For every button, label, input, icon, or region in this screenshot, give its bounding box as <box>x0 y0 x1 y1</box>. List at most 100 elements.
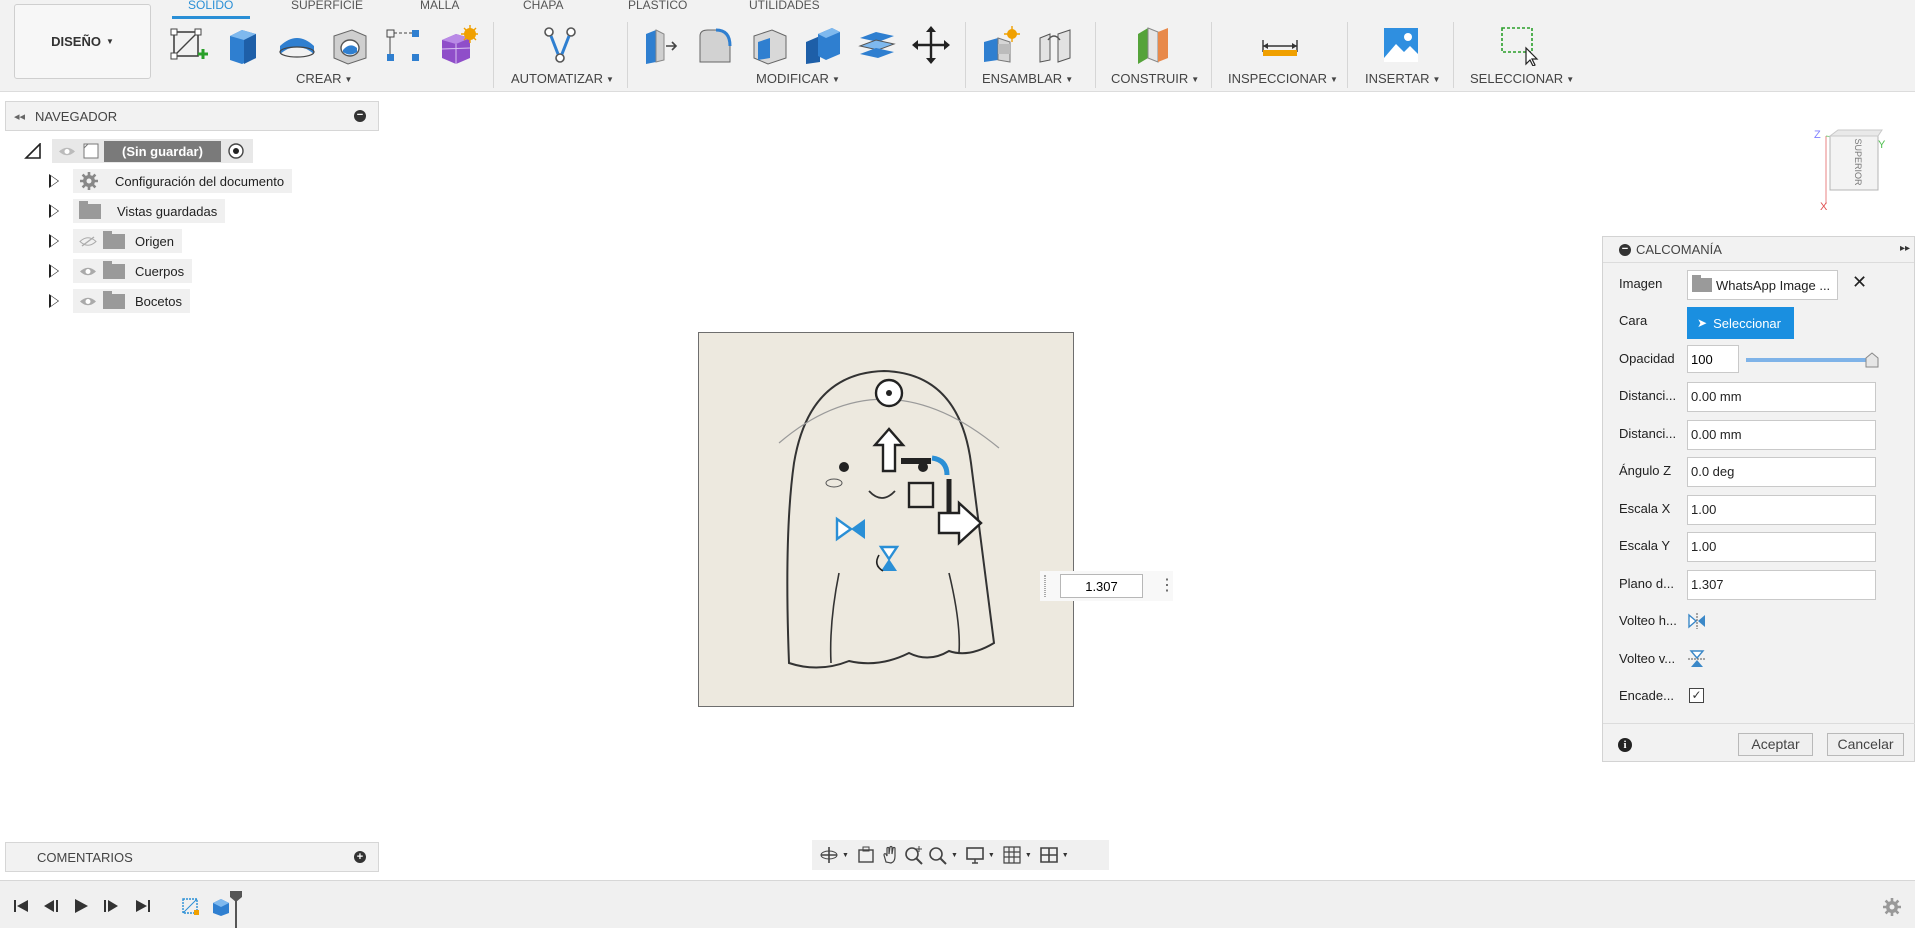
visibility-eye-icon[interactable] <box>79 266 97 277</box>
minimize-dialog-icon[interactable]: − <box>1619 243 1631 256</box>
angle-z-input[interactable]: 0.0 deg <box>1687 457 1876 487</box>
timeline-marker-icon[interactable] <box>229 890 243 928</box>
tree-item-bodies[interactable]: Cuerpos <box>49 259 193 283</box>
select-face-button[interactable]: ➤ Seleccionar <box>1687 307 1794 339</box>
ok-button[interactable]: Aceptar <box>1738 733 1813 756</box>
grid-settings-icon[interactable] <box>1001 844 1023 866</box>
group-insertar[interactable]: INSERTAR ▼ <box>1365 71 1440 86</box>
group-ensamblar[interactable]: ENSAMBLAR ▼ <box>982 71 1073 86</box>
info-icon[interactable]: i <box>1618 738 1632 752</box>
chain-checkbox[interactable]: ✓ <box>1689 688 1704 703</box>
tab-superficie[interactable]: SUPERFICIE <box>291 0 363 12</box>
construct-plane-icon[interactable] <box>1132 24 1174 66</box>
tree-item-saved-views[interactable]: Vistas guardadas <box>49 199 226 223</box>
flip-horizontal-icon[interactable] <box>1687 612 1707 630</box>
new-component-icon[interactable] <box>980 24 1022 66</box>
automate-icon[interactable] <box>539 24 581 66</box>
collapse-panel-icon[interactable]: ◂◂ <box>14 110 25 123</box>
caret-down-icon[interactable]: ▼ <box>988 852 995 859</box>
tree-root[interactable]: (Sin guardar) <box>24 139 253 163</box>
zoom-icon[interactable] <box>903 844 925 866</box>
scale-y-input[interactable]: 1.00 <box>1687 532 1876 562</box>
group-construir[interactable]: CONSTRUIR ▼ <box>1111 71 1199 86</box>
step-back-icon[interactable] <box>42 897 60 915</box>
extrude-icon[interactable] <box>222 24 264 66</box>
tree-item-document-settings[interactable]: Configuración del documento <box>49 169 293 193</box>
viewcube[interactable]: SUPERIOR Z Y X <box>1812 126 1892 214</box>
clear-image-icon[interactable]: ✕ <box>1852 272 1867 293</box>
group-automatizar[interactable]: AUTOMATIZAR ▼ <box>511 71 614 86</box>
scale-x-input[interactable]: 1.00 <box>1687 495 1876 525</box>
distance-2-input[interactable]: 0.00 mm <box>1687 420 1876 450</box>
form-icon[interactable] <box>436 24 478 66</box>
group-seleccionar[interactable]: SELECCIONAR ▼ <box>1470 71 1574 86</box>
offset-face-icon[interactable] <box>856 24 898 66</box>
hole-icon[interactable] <box>328 24 370 66</box>
tab-solido[interactable]: SÓLIDO <box>188 0 233 12</box>
expand-triangle-icon[interactable] <box>49 174 59 188</box>
add-comment-icon[interactable]: + <box>354 851 366 863</box>
expand-triangle-icon[interactable] <box>49 234 59 248</box>
tab-chapa[interactable]: CHAPA <box>523 0 563 12</box>
shell-icon[interactable] <box>748 24 790 66</box>
pattern-icon[interactable] <box>382 24 424 66</box>
visibility-eye-icon[interactable] <box>79 296 97 307</box>
expand-triangle-icon[interactable] <box>49 204 59 218</box>
caret-down-icon[interactable]: ▼ <box>951 852 958 859</box>
group-inspeccionar[interactable]: INSPECCIONAR ▼ <box>1228 71 1338 86</box>
tab-plastico[interactable]: PLÁSTICO <box>628 0 687 12</box>
step-forward-icon[interactable] <box>102 897 120 915</box>
measure-icon[interactable] <box>1259 24 1301 66</box>
expand-triangle-icon[interactable] <box>49 264 59 278</box>
caret-down-icon[interactable]: ▼ <box>842 852 849 859</box>
comments-panel[interactable]: COMENTARIOS + <box>5 842 379 872</box>
workspace-dropdown[interactable]: DISEÑO ▼ <box>14 4 151 79</box>
expanded-triangle-icon[interactable] <box>24 143 42 159</box>
group-modificar[interactable]: MODIFICAR ▼ <box>756 71 840 86</box>
select-window-icon[interactable] <box>1498 24 1540 66</box>
fit-zoom-icon[interactable] <box>927 844 949 866</box>
drag-handle-icon[interactable] <box>1044 575 1046 597</box>
image-selection[interactable]: WhatsApp Image ... <box>1687 270 1838 300</box>
group-crear[interactable]: CREAR ▼ <box>296 71 352 86</box>
distance-1-input[interactable]: 0.00 mm <box>1687 382 1876 412</box>
caret-down-icon[interactable]: ▼ <box>1025 852 1032 859</box>
expand-dialog-icon[interactable]: ▸▸ <box>1900 243 1910 254</box>
opacity-input[interactable] <box>1687 345 1739 373</box>
tab-malla[interactable]: MALLA <box>420 0 459 12</box>
look-at-icon[interactable] <box>855 844 877 866</box>
plane-input[interactable]: 1.307 <box>1687 570 1876 600</box>
orbit-icon[interactable] <box>818 844 840 866</box>
display-settings-icon[interactable] <box>964 844 986 866</box>
move-icon[interactable] <box>910 24 952 66</box>
press-pull-icon[interactable] <box>640 24 682 66</box>
insert-image-icon[interactable] <box>1380 24 1422 66</box>
cancel-button[interactable]: Cancelar <box>1827 733 1904 756</box>
plane-value-input[interactable] <box>1060 574 1143 598</box>
pan-hand-icon[interactable] <box>879 844 901 866</box>
fillet-icon[interactable] <box>694 24 736 66</box>
visibility-hidden-icon[interactable] <box>79 235 97 247</box>
go-to-start-icon[interactable] <box>12 897 30 915</box>
tab-utilidades[interactable]: UTILIDADES <box>749 0 820 12</box>
opacity-slider-thumb[interactable] <box>1864 352 1880 368</box>
caret-down-icon[interactable]: ▼ <box>1062 852 1069 859</box>
minimize-panel-icon[interactable]: − <box>354 110 366 122</box>
viewports-icon[interactable] <box>1038 844 1060 866</box>
more-options-icon[interactable]: ⋮ <box>1159 578 1175 594</box>
expand-triangle-icon[interactable] <box>49 294 59 308</box>
create-sketch-icon[interactable] <box>168 24 210 66</box>
flip-vertical-icon[interactable] <box>1687 650 1707 668</box>
tree-item-origin[interactable]: Origen <box>49 229 183 253</box>
combine-icon[interactable] <box>802 24 844 66</box>
play-icon[interactable] <box>72 897 90 915</box>
activate-radio-icon[interactable] <box>227 142 245 160</box>
timeline-sketch-feature-icon[interactable] <box>180 895 202 917</box>
revolve-icon[interactable] <box>276 24 318 66</box>
tree-item-sketches[interactable]: Bocetos <box>49 289 190 313</box>
joint-icon[interactable] <box>1034 24 1076 66</box>
visibility-eye-icon[interactable] <box>58 146 76 157</box>
opacity-slider[interactable] <box>1746 358 1870 362</box>
gear-icon[interactable] <box>1882 897 1902 917</box>
decal-image-preview[interactable] <box>698 332 1074 707</box>
